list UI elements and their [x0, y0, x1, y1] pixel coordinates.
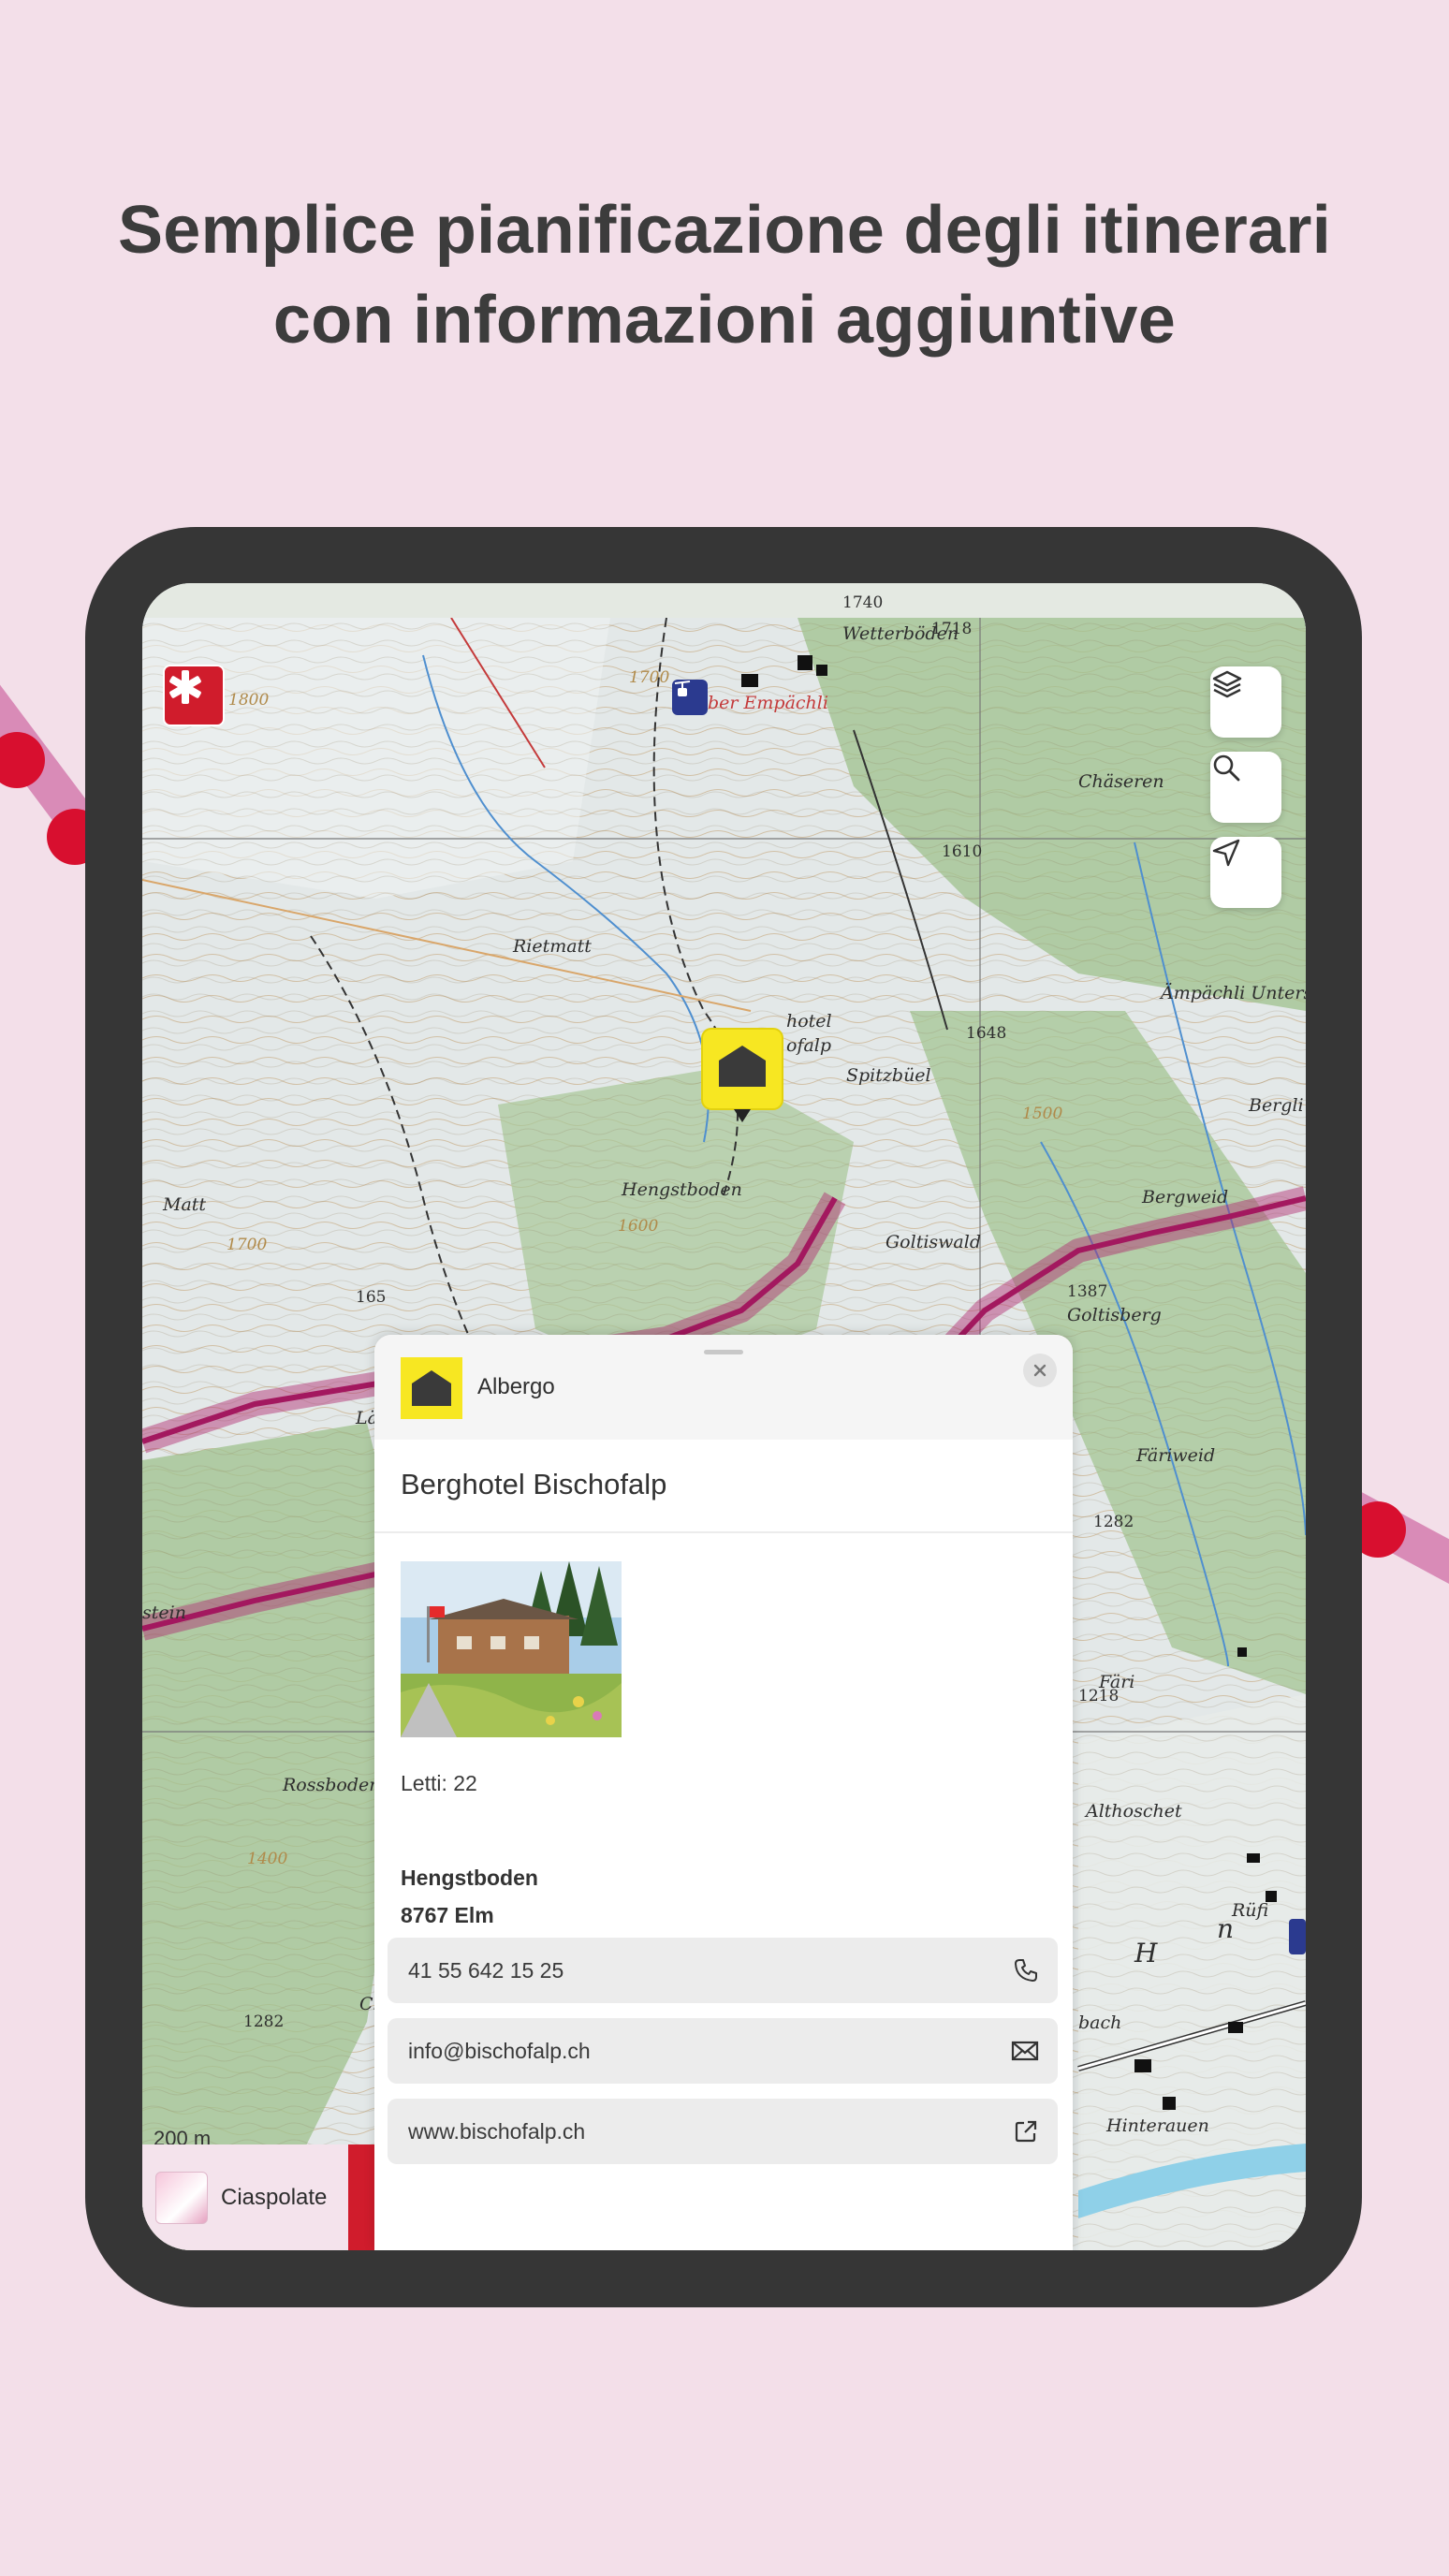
- map-label: H: [1134, 1938, 1158, 1969]
- sos-logo-icon[interactable]: [163, 665, 225, 726]
- hotel-map-pin[interactable]: [700, 1027, 784, 1126]
- phone-icon: [1015, 1959, 1037, 1982]
- map-label: Bergli: [1249, 1095, 1304, 1116]
- hotel-photo[interactable]: [401, 1561, 622, 1737]
- map-label: bach: [1078, 2012, 1122, 2033]
- email-address: info@bischofalp.ch: [408, 2038, 591, 2063]
- search-icon: [1213, 754, 1240, 782]
- beds-count: Letti: 22: [401, 1771, 477, 1795]
- elevation-label: 1700: [629, 668, 670, 687]
- category-label: Albergo: [477, 1374, 555, 1399]
- elevation-label: 165: [356, 1288, 387, 1307]
- map-label: Rüfi: [1232, 1900, 1269, 1921]
- close-icon: [1033, 1364, 1046, 1377]
- elevation-label: 1700: [227, 1236, 268, 1254]
- map-label: Hinterauen: [1106, 2115, 1209, 2136]
- map-label: Färiweid: [1136, 1445, 1216, 1466]
- map-label: Matt: [163, 1194, 207, 1215]
- search-button[interactable]: [1210, 752, 1281, 823]
- elevation-label: 1740: [842, 593, 884, 612]
- elevation-label: 1800: [228, 691, 270, 710]
- map-label: Ämpächli Unterst: [1161, 983, 1306, 1003]
- hotel-category-icon: [401, 1357, 462, 1419]
- elevation-label: 1282: [1093, 1513, 1134, 1531]
- map-label: Hengstboden: [622, 1179, 742, 1200]
- elevation-label: 1648: [966, 1024, 1007, 1043]
- headline-line-1: Semplice pianificazione degli itinerari: [117, 193, 1332, 268]
- layers-button[interactable]: [1210, 666, 1281, 738]
- map-label: Althoschet: [1086, 1801, 1182, 1822]
- mail-icon: [1011, 2041, 1039, 2061]
- elevation-label: 1387: [1067, 1282, 1108, 1301]
- map-label: Bergweid: [1142, 1187, 1229, 1208]
- website-row[interactable]: www.bischofalp.ch: [388, 2099, 1058, 2164]
- tablet-screen: Wetterböden ber Empächli Chäseren Rietma…: [142, 583, 1306, 2250]
- snowshoe-thumbnail-icon: [155, 2171, 208, 2224]
- elevation-label: 1500: [1022, 1105, 1063, 1123]
- map-label: Rossboden: [283, 1775, 381, 1795]
- poi-title: Berghotel Bischofalp: [401, 1468, 667, 1500]
- headline: Semplice pianificazione degli itinerari …: [0, 185, 1449, 365]
- elevation-label: 1718: [931, 620, 973, 638]
- elevation-label: 1610: [942, 842, 983, 861]
- website-url: www.bischofalp.ch: [408, 2118, 586, 2144]
- activity-tab-label: Ciaspolate: [221, 2184, 328, 2210]
- map-label: Chäseren: [1078, 771, 1164, 792]
- address: Hengstboden 8767 Elm: [401, 1859, 538, 1934]
- elevation-label: 1400: [247, 1850, 288, 1868]
- drag-handle[interactable]: [704, 1350, 743, 1354]
- map-label: stein: [142, 1603, 186, 1623]
- cable-car-icon[interactable]: [672, 680, 708, 715]
- external-link-icon: [1015, 2120, 1037, 2143]
- poi-detail-sheet: Albergo Berghotel Bischofalp Letti: 22 H…: [374, 1335, 1073, 2250]
- phone-number: 41 55 642 15 25: [408, 1957, 564, 1983]
- address-line-1: Hengstboden: [401, 1866, 538, 1890]
- map-label: n: [1217, 1913, 1235, 1944]
- locate-button[interactable]: [1210, 837, 1281, 908]
- locate-arrow-icon: [1212, 839, 1240, 867]
- map-label: Rietmatt: [513, 936, 592, 957]
- brand-tab-strip[interactable]: [348, 2144, 374, 2250]
- divider: [374, 1531, 1073, 1533]
- map-label: Goltiswald: [886, 1232, 981, 1252]
- elevation-label: 1218: [1078, 1687, 1120, 1705]
- map-label: Spitzbüel: [846, 1065, 931, 1086]
- status-bar: [142, 583, 1306, 618]
- elevation-label: 1600: [618, 1217, 659, 1236]
- map-label: ber Empächli: [708, 693, 828, 713]
- activity-tab-snowshoe[interactable]: Ciaspolate: [142, 2144, 348, 2250]
- headline-line-2: con informazioni aggiuntive: [272, 283, 1177, 358]
- close-button[interactable]: [1023, 1354, 1057, 1387]
- map-label: Goltisberg: [1067, 1305, 1162, 1325]
- map-label: hotel: [786, 1011, 832, 1032]
- elevation-label: 1282: [243, 2012, 285, 2031]
- phone-row[interactable]: 41 55 642 15 25: [388, 1938, 1058, 2003]
- map-label: ofalp: [786, 1035, 832, 1056]
- email-row[interactable]: info@bischofalp.ch: [388, 2018, 1058, 2084]
- sheet-header: Albergo: [374, 1335, 1073, 1440]
- address-line-2: 8767 Elm: [401, 1903, 494, 1927]
- layers-icon: [1212, 670, 1242, 698]
